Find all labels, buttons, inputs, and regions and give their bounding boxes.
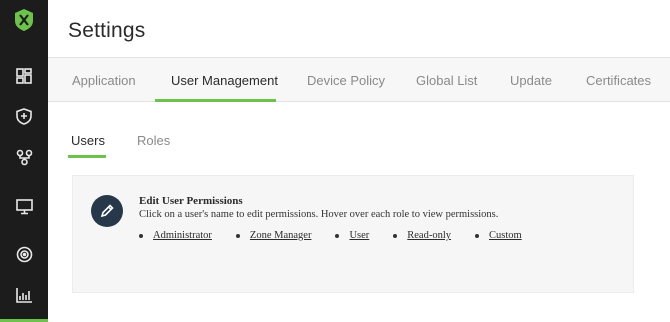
main-content: Users Roles Edit User Permissions Click … — [48, 103, 670, 322]
page-header: Settings — [48, 0, 670, 58]
list-item: Custom — [475, 230, 522, 241]
tab-user-management[interactable]: User Management — [171, 73, 278, 88]
tab-certificates[interactable]: Certificates — [586, 73, 651, 88]
tab-update[interactable]: Update — [510, 73, 552, 88]
logo-icon[interactable] — [0, 0, 48, 40]
settings-tabs: Application User Management Device Polic… — [48, 58, 670, 102]
subtab-roles[interactable]: Roles — [137, 133, 170, 148]
list-item: Zone Manager — [235, 230, 312, 241]
panel-title: Edit User Permissions — [139, 195, 243, 207]
bullet — [393, 233, 398, 238]
tab-device-policy[interactable]: Device Policy — [307, 73, 385, 88]
bullet — [139, 233, 143, 238]
dashboard-icon[interactable] — [0, 57, 48, 95]
role-link-administrator[interactable]: Administrator — [153, 230, 212, 241]
role-list: Administrator Zone Manager User Read-onl… — [139, 230, 546, 241]
active-tab-indicator — [155, 99, 276, 102]
subtab-users[interactable]: Users — [71, 133, 105, 148]
tab-application[interactable]: Application — [72, 73, 136, 88]
page-title: Settings — [68, 19, 146, 42]
edit-permissions-panel: Edit User Permissions Click on a user's … — [72, 175, 634, 293]
bullet — [335, 233, 340, 238]
target-icon[interactable] — [0, 235, 48, 273]
list-item: Administrator — [139, 230, 212, 241]
monitor-icon[interactable] — [0, 188, 48, 226]
list-item: Read-only — [393, 230, 451, 241]
reports-icon[interactable] — [0, 276, 48, 314]
pencil-icon — [91, 195, 123, 227]
bullet — [475, 233, 480, 238]
role-link-custom[interactable]: Custom — [489, 230, 522, 241]
shield-icon[interactable] — [0, 97, 48, 135]
bullet — [235, 233, 240, 238]
role-link-read-only[interactable]: Read-only — [407, 230, 451, 241]
panel-description: Click on a user's name to edit permissio… — [139, 209, 499, 220]
role-link-zone-manager[interactable]: Zone Manager — [250, 230, 312, 241]
network-icon[interactable] — [0, 138, 48, 176]
role-link-user[interactable]: User — [349, 230, 369, 241]
list-item: User — [335, 230, 369, 241]
sidebar — [0, 0, 48, 322]
tab-global-list[interactable]: Global List — [416, 73, 477, 88]
active-subtab-indicator — [68, 155, 106, 158]
